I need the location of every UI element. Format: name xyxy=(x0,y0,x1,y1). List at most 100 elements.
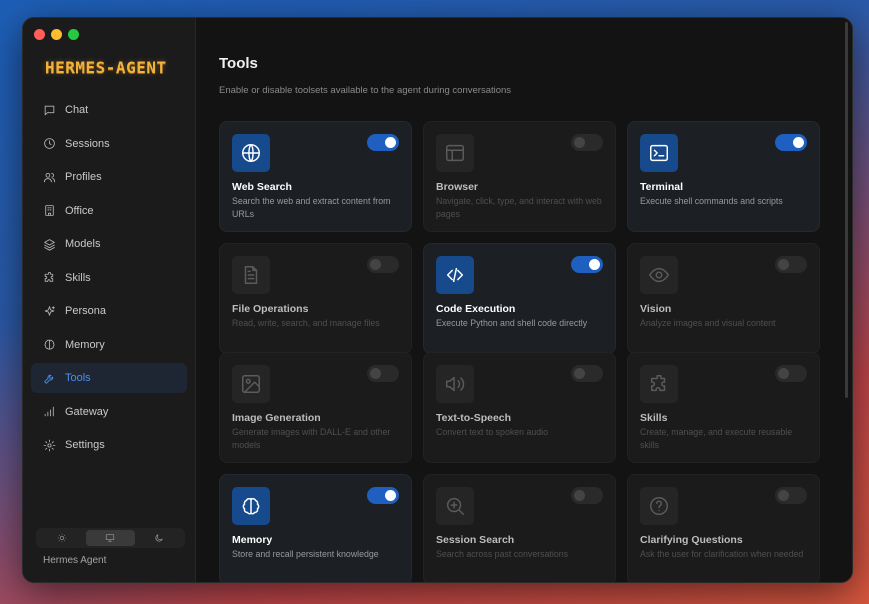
tool-description: Convert text to spoken audio xyxy=(436,427,548,437)
sidebar-item-label: Profiles xyxy=(65,171,102,183)
brain-icon xyxy=(242,497,260,515)
tool-name: Skills xyxy=(640,412,668,424)
theme-dark-button[interactable] xyxy=(135,530,183,546)
tool-description: Read, write, search, and manage files xyxy=(232,318,380,328)
sidebar-item-label: Settings xyxy=(65,439,105,451)
tool-name: Code Execution xyxy=(436,303,516,315)
clarifying-questions-toggle[interactable] xyxy=(775,487,807,504)
theme-switcher xyxy=(36,528,185,548)
theme-light-button[interactable] xyxy=(38,530,86,546)
puzzle-icon xyxy=(44,272,54,282)
sidebar-item-models[interactable]: Models xyxy=(31,229,187,259)
sidebar-item-label: Models xyxy=(65,238,101,250)
tool-description: Create, manage, and execute reusable ski… xyxy=(640,427,793,450)
sidebar-item-label: Sessions xyxy=(65,137,110,150)
terminal-icon xyxy=(650,144,668,162)
tool-description: Store and recall persistent knowledge xyxy=(232,549,379,559)
sidebar-item-office[interactable]: Office xyxy=(31,196,187,226)
close-window-button[interactable] xyxy=(34,29,45,40)
tool-icon-box xyxy=(436,365,474,403)
browser-window-icon xyxy=(446,144,464,162)
tool-name: Memory xyxy=(232,534,273,546)
tool-card-memory: Memory Store and recall persistent knowl… xyxy=(219,474,412,582)
sidebar-item-settings[interactable]: Settings xyxy=(31,430,187,460)
sidebar-item-skills[interactable]: Skills xyxy=(31,263,187,293)
sidebar-item-persona[interactable]: Persona xyxy=(31,296,187,326)
code-icon xyxy=(446,267,464,283)
tool-icon-box xyxy=(640,134,678,172)
tool-card-browser: Browser Navigate, click, type, and inter… xyxy=(423,121,616,232)
tool-card-web-search: Web Search Search the web and extract co… xyxy=(219,121,412,232)
tool-name: Image Generation xyxy=(232,412,321,424)
tool-name: Clarifying Questions xyxy=(640,534,743,546)
web-search-toggle[interactable] xyxy=(367,134,399,151)
help-circle-icon xyxy=(650,497,668,515)
signal-icon xyxy=(44,406,54,417)
sidebar-item-profiles[interactable]: Profiles xyxy=(31,162,187,192)
tool-card-terminal: Terminal Execute shell commands and scri… xyxy=(627,121,820,232)
zoom-window-button[interactable] xyxy=(68,29,79,40)
search-plus-icon xyxy=(446,497,464,515)
tool-name: Terminal xyxy=(640,181,683,193)
tool-icon-box xyxy=(232,487,270,525)
sparkle-icon xyxy=(44,305,55,316)
eye-icon xyxy=(649,267,669,283)
sidebar-item-gateway[interactable]: Gateway xyxy=(31,397,187,427)
globe-icon xyxy=(242,144,260,162)
terminal-toggle[interactable] xyxy=(775,134,807,151)
gear-icon xyxy=(43,439,56,451)
tool-name: Vision xyxy=(640,303,672,315)
tool-icon-box xyxy=(640,487,678,525)
browser-toggle[interactable] xyxy=(571,134,603,151)
sidebar-item-tools[interactable]: Tools xyxy=(31,363,187,393)
tool-name: Web Search xyxy=(232,181,292,193)
sidebar-item-label: Gateway xyxy=(65,405,109,418)
image-generation-toggle[interactable] xyxy=(367,365,399,382)
tool-name: Session Search xyxy=(436,534,515,546)
page-subtitle: Enable or disable toolsets available to … xyxy=(219,85,512,96)
sidebar: HERMES-AGENT Chat Sessions Profiles Office M… xyxy=(23,18,196,582)
text-to-speech-toggle[interactable] xyxy=(571,365,603,382)
tool-name: File Operations xyxy=(232,303,309,315)
theme-system-button[interactable] xyxy=(86,530,135,546)
message-square-icon xyxy=(44,105,55,115)
file-text-icon xyxy=(244,266,258,284)
code-execution-toggle[interactable] xyxy=(571,256,603,273)
clock-icon xyxy=(44,138,55,149)
tool-description: Execute shell commands and scripts xyxy=(640,196,783,206)
wrench-icon xyxy=(44,374,54,384)
scrollbar[interactable] xyxy=(845,22,848,398)
image-icon xyxy=(242,375,260,393)
tool-description: Ask the user for clarification when need… xyxy=(640,549,804,559)
layers-icon xyxy=(44,238,55,251)
tool-card-clarifying-questions: Clarifying Questions Ask the user for cl… xyxy=(627,474,820,582)
brain-icon xyxy=(44,339,55,350)
building-icon xyxy=(45,205,54,216)
sidebar-item-chat[interactable]: Chat xyxy=(31,95,187,125)
window-controls xyxy=(34,29,79,40)
tool-name: Browser xyxy=(436,181,479,193)
tool-description: Navigate, click, type, and interact with… xyxy=(436,196,602,219)
skills-toggle[interactable] xyxy=(775,365,807,382)
main-content: Tools Enable or disable toolsets availab… xyxy=(197,18,852,582)
tool-description: Search across past conversations xyxy=(436,549,569,559)
sidebar-item-sessions[interactable]: Sessions xyxy=(31,129,187,159)
file-operations-toggle[interactable] xyxy=(367,256,399,273)
vision-toggle[interactable] xyxy=(775,256,807,273)
page-title: Tools xyxy=(219,55,258,72)
tool-card-text-to-speech: Text-to-Speech Convert text to spoken au… xyxy=(423,352,616,463)
session-search-toggle[interactable] xyxy=(571,487,603,504)
tool-icon-box xyxy=(640,256,678,294)
tool-icon-box xyxy=(436,256,474,294)
tool-name: Text-to-Speech xyxy=(436,412,512,424)
app-logo: HERMES-AGENT xyxy=(45,58,167,77)
sidebar-item-memory[interactable]: Memory xyxy=(31,330,187,360)
speaker-icon xyxy=(446,376,465,392)
sidebar-item-label: Memory xyxy=(65,338,105,351)
sidebar-item-label: Persona xyxy=(65,305,106,317)
minimize-window-button[interactable] xyxy=(51,29,62,40)
monitor-icon xyxy=(106,534,115,542)
tool-icon-box xyxy=(436,487,474,525)
app-window: HERMES-AGENT Chat Sessions Profiles Office M… xyxy=(22,17,853,583)
memory-toggle[interactable] xyxy=(367,487,399,504)
